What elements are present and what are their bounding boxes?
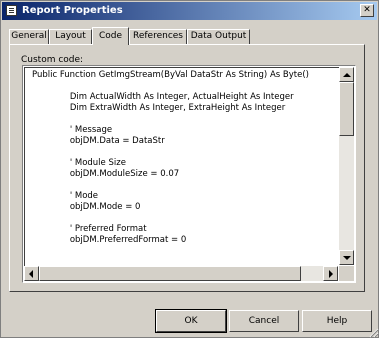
scroll-down-arrow-icon bbox=[343, 256, 351, 260]
scroll-up-button[interactable] bbox=[339, 67, 354, 82]
tab-references[interactable]: References bbox=[129, 29, 187, 44]
vertical-scrollbar[interactable] bbox=[339, 67, 354, 265]
report-properties-icon bbox=[6, 5, 17, 16]
close-button[interactable]: ✕ bbox=[360, 4, 374, 17]
custom-code-label: Custom code: bbox=[21, 55, 84, 65]
scroll-down-button[interactable] bbox=[339, 250, 354, 265]
code-line[interactable]: objDM.Data = DataStr bbox=[32, 136, 337, 147]
scrollbar-corner bbox=[339, 266, 354, 281]
tab-data-output[interactable]: Data Output bbox=[187, 29, 250, 44]
code-line[interactable] bbox=[32, 147, 337, 158]
tab-layout[interactable]: Layout bbox=[49, 29, 92, 44]
code-line[interactable] bbox=[32, 213, 337, 224]
horizontal-scroll-thumb[interactable] bbox=[39, 266, 301, 281]
code-line[interactable] bbox=[32, 81, 337, 92]
code-line[interactable]: objDM.ModuleSize = 0.07 bbox=[32, 169, 337, 180]
help-button[interactable]: Help bbox=[302, 310, 372, 332]
code-line[interactable]: Dim ActualWidth As Integer, ActualHeight… bbox=[32, 92, 337, 103]
scroll-right-arrow-icon bbox=[329, 270, 333, 278]
close-icon: ✕ bbox=[363, 5, 371, 15]
code-line[interactable]: ' Mode bbox=[32, 191, 337, 202]
code-line[interactable]: Dim ExtraWidth As Integer, ExtraHeight A… bbox=[32, 103, 337, 114]
scroll-left-arrow-icon bbox=[29, 270, 33, 278]
window-title: Report Properties bbox=[22, 5, 123, 16]
custom-code-editor[interactable]: Public Function GetImgStream(ByVal DataS… bbox=[22, 65, 356, 283]
scroll-up-arrow-icon bbox=[343, 73, 351, 77]
size-grip-icon[interactable] bbox=[368, 327, 379, 338]
tab-code[interactable]: Code bbox=[92, 27, 129, 45]
cancel-button[interactable]: Cancel bbox=[229, 310, 299, 332]
code-line[interactable] bbox=[32, 246, 337, 257]
ok-button[interactable]: OK bbox=[155, 309, 227, 333]
code-line[interactable] bbox=[32, 114, 337, 125]
code-line[interactable]: ' Module Size bbox=[32, 158, 337, 169]
title-bar[interactable]: Report Properties ✕ bbox=[2, 2, 377, 20]
code-line[interactable]: ' Preferred Format bbox=[32, 224, 337, 235]
code-line[interactable]: Public Function GetImgStream(ByVal DataS… bbox=[32, 70, 337, 81]
tab-general[interactable]: General bbox=[9, 29, 49, 44]
code-line[interactable]: objDM.Mode = 0 bbox=[32, 202, 337, 213]
code-line[interactable]: ' Message bbox=[32, 125, 337, 136]
scroll-left-button[interactable] bbox=[24, 266, 39, 281]
code-text-area[interactable]: Public Function GetImgStream(ByVal DataS… bbox=[32, 70, 337, 263]
vertical-scroll-thumb[interactable] bbox=[339, 82, 354, 136]
code-line[interactable]: objDM.PreferredFormat = 0 bbox=[32, 235, 337, 246]
scroll-right-button[interactable] bbox=[323, 266, 338, 281]
horizontal-scrollbar[interactable] bbox=[24, 266, 338, 281]
code-line[interactable] bbox=[32, 180, 337, 191]
